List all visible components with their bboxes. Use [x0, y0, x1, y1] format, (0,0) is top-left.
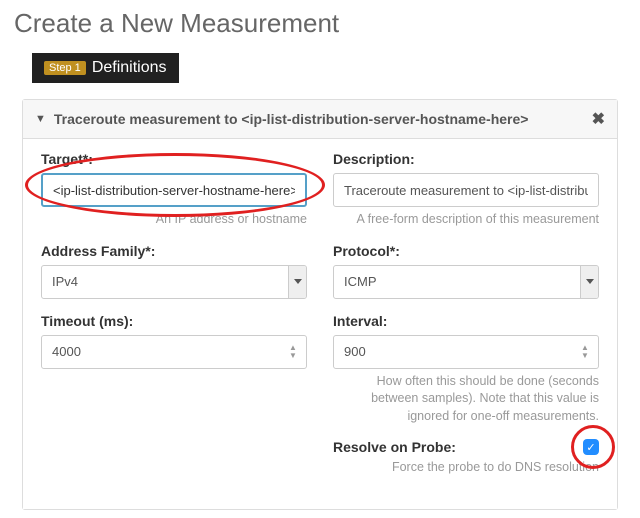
description-label: Description:	[333, 151, 599, 167]
panel-title: Traceroute measurement to <ip-list-distr…	[54, 111, 592, 127]
address-family-select[interactable]: IPv4	[41, 265, 307, 299]
step-badge: Step 1	[44, 61, 86, 75]
spinner-icon[interactable]: ▲▼	[289, 341, 301, 363]
resolve-on-probe-label: Resolve on Probe:	[333, 439, 456, 455]
panel-header[interactable]: ▼ Traceroute measurement to <ip-list-dis…	[23, 100, 617, 139]
close-icon[interactable]: ✖	[592, 109, 605, 129]
timeout-input[interactable]	[41, 335, 307, 369]
step-label: Definitions	[92, 59, 167, 76]
target-hint: An IP address or hostname	[41, 211, 307, 229]
description-hint: A free-form description of this measurem…	[333, 211, 599, 229]
resolve-on-probe-hint: Force the probe to do DNS resolution	[333, 459, 599, 477]
spinner-icon[interactable]: ▲▼	[581, 341, 593, 363]
target-input[interactable]	[41, 173, 307, 207]
definition-panel: ▼ Traceroute measurement to <ip-list-dis…	[22, 99, 618, 510]
page-title: Create a New Measurement	[14, 8, 626, 39]
step-block: Step 1 Definitions	[32, 53, 179, 83]
dropdown-icon	[288, 266, 306, 298]
resolve-on-probe-checkbox[interactable]: ✓	[583, 439, 599, 455]
chevron-down-icon: ▼	[35, 113, 46, 125]
interval-hint: How often this should be done (seconds b…	[333, 373, 599, 426]
timeout-label: Timeout (ms):	[41, 313, 307, 329]
description-input[interactable]	[333, 173, 599, 207]
address-family-value: IPv4	[42, 274, 288, 289]
interval-input[interactable]	[333, 335, 599, 369]
protocol-select[interactable]: ICMP	[333, 265, 599, 299]
dropdown-icon	[580, 266, 598, 298]
protocol-label: Protocol*:	[333, 243, 599, 259]
target-label: Target*:	[41, 151, 307, 167]
panel-body: Target*: An IP address or hostname Descr…	[23, 139, 617, 509]
address-family-label: Address Family*:	[41, 243, 307, 259]
protocol-value: ICMP	[334, 274, 580, 289]
step-bar: Step 1 Definitions	[32, 53, 626, 83]
interval-label: Interval:	[333, 313, 599, 329]
